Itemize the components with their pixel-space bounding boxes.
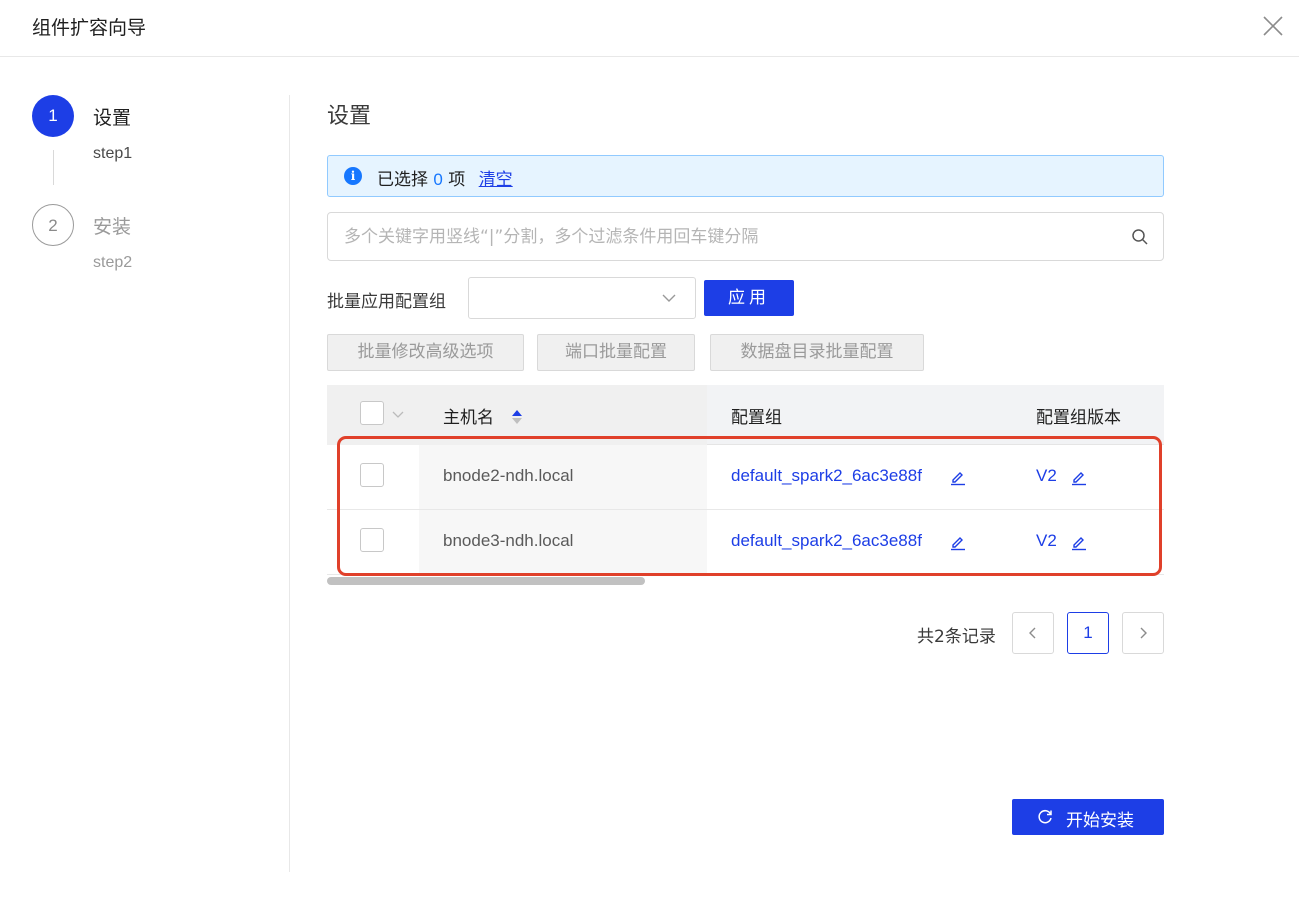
table-header: 主机名 配置组 配置组版本	[327, 385, 1164, 445]
step-connector	[53, 150, 54, 185]
info-icon: i	[344, 167, 362, 185]
step-1-number: 1	[32, 95, 74, 137]
config-group-link[interactable]: default_spark2_6ac3e88f	[731, 531, 922, 551]
page-1-button[interactable]: 1	[1067, 612, 1109, 654]
batch-port-config-button[interactable]: 端口批量配置	[537, 334, 695, 371]
search-box	[327, 212, 1164, 261]
clear-selection-link[interactable]: 清空	[479, 170, 513, 190]
modal-title: 组件扩容向导	[32, 17, 147, 39]
modal-header: 组件扩容向导	[0, 0, 1299, 57]
edit-icon[interactable]	[949, 468, 967, 486]
step-1-title[interactable]: 设置	[93, 103, 131, 130]
apply-button[interactable]: 应用	[704, 280, 794, 316]
sidebar-divider	[289, 95, 290, 872]
table-row: bnode2-ndh.local default_spark2_6ac3e88f…	[327, 445, 1164, 510]
edit-icon[interactable]	[1070, 533, 1088, 551]
next-page-button[interactable]	[1122, 612, 1164, 654]
config-group-link[interactable]: default_spark2_6ac3e88f	[731, 466, 922, 486]
search-icon[interactable]	[1131, 228, 1149, 246]
row-checkbox[interactable]	[360, 463, 384, 487]
batch-config-group-label: 批量应用配置组	[327, 292, 446, 312]
column-header-host-label: 主机名	[443, 408, 494, 428]
column-header-host[interactable]: 主机名	[443, 403, 523, 428]
config-group-select[interactable]	[468, 277, 696, 319]
hosts-table: 主机名 配置组 配置组版本 bnode2-ndh.local default_s…	[327, 385, 1164, 575]
section-title: 设置	[327, 104, 372, 129]
select-all-checkbox[interactable]	[360, 401, 384, 425]
batch-disk-dir-config-button[interactable]: 数据盘目录批量配置	[710, 334, 924, 371]
alert-text: 已选择 0 项 清空	[377, 165, 513, 190]
step-2-number: 2	[32, 204, 74, 246]
search-input[interactable]	[344, 224, 1104, 250]
batch-advanced-options-button[interactable]: 批量修改高级选项	[327, 334, 524, 371]
chevron-right-icon	[1140, 627, 1147, 639]
alert-prefix: 已选择	[377, 170, 428, 190]
edit-icon[interactable]	[949, 533, 967, 551]
selected-count: 0	[433, 170, 443, 189]
chevron-down-icon	[662, 294, 676, 302]
selection-alert: i 已选择 0 项 清空	[327, 155, 1164, 197]
refresh-icon	[1038, 809, 1052, 824]
start-install-button[interactable]: 开始安装	[1012, 799, 1164, 835]
alert-suffix: 项	[448, 170, 466, 190]
total-records: 共2条记录	[917, 627, 996, 647]
edit-icon[interactable]	[1070, 468, 1088, 486]
step-2-title[interactable]: 安装	[93, 212, 131, 239]
prev-page-button[interactable]	[1012, 612, 1054, 654]
start-install-label: 开始安装	[1066, 811, 1134, 831]
close-button[interactable]	[1260, 13, 1286, 39]
step-2-subtitle: step2	[93, 254, 133, 271]
host-name: bnode2-ndh.local	[443, 466, 574, 485]
host-name: bnode3-ndh.local	[443, 531, 574, 550]
config-version-link[interactable]: V2	[1036, 531, 1057, 551]
config-version-link[interactable]: V2	[1036, 466, 1057, 486]
sort-icon[interactable]	[511, 408, 523, 426]
step-1-subtitle: step1	[93, 145, 133, 162]
table-row: bnode3-ndh.local default_spark2_6ac3e88f…	[327, 510, 1164, 575]
row-checkbox[interactable]	[360, 528, 384, 552]
column-header-config-group: 配置组	[731, 408, 782, 428]
chevron-down-icon[interactable]	[391, 407, 405, 421]
column-header-config-version: 配置组版本	[1036, 408, 1121, 428]
close-icon	[1263, 16, 1283, 36]
chevron-left-icon	[1029, 627, 1036, 639]
scrollbar-thumb[interactable]	[327, 577, 645, 585]
